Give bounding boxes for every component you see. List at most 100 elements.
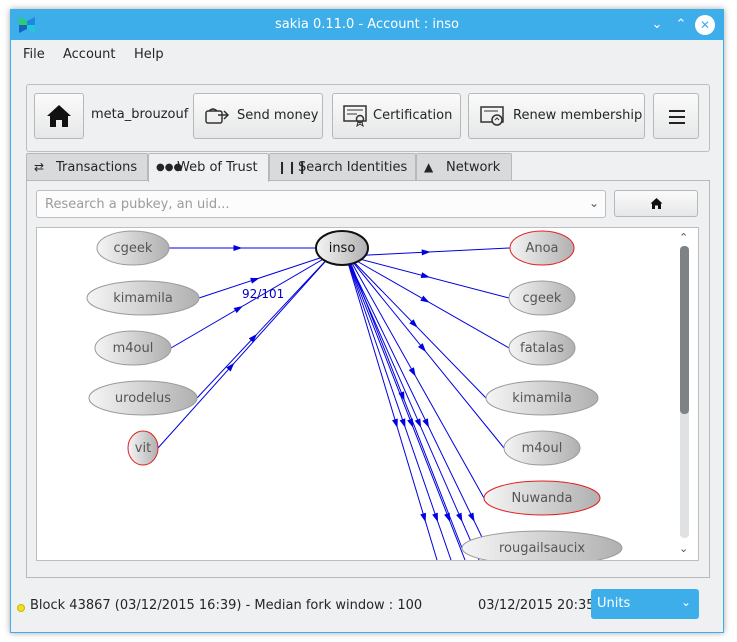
search-combobox[interactable]: ⌄: [36, 190, 606, 218]
main-window: sakia 0.11.0 - Account : inso ⌄ ⌃ ✕ File…: [10, 9, 724, 633]
node-label: vit: [135, 441, 151, 456]
certified-node: cgeek: [508, 280, 576, 316]
edge-arrow: [408, 367, 416, 377]
certificate-icon: [343, 105, 367, 127]
renew-membership-label: Renew membership: [513, 108, 643, 123]
chevron-down-icon: ⌄: [680, 595, 691, 609]
hamburger-menu-button[interactable]: [653, 93, 699, 139]
menu-account[interactable]: Account: [63, 47, 116, 62]
certified-node: Anoa: [509, 230, 575, 266]
home-icon: [650, 198, 663, 209]
edge-arrow: [421, 249, 431, 256]
edge-arrow: [456, 512, 463, 523]
edge-line: [196, 253, 333, 399]
network-icon: ▲: [424, 160, 434, 174]
edge-arrow: [420, 272, 431, 279]
node-label: inso: [329, 241, 356, 256]
certifier-node: urodelus: [88, 380, 198, 416]
tab-bar: ⇄ Transactions ●●● Web of Trust ❙❙❙ Sear…: [26, 153, 526, 182]
block-status-text: Block 43867 (03/12/2015 16:39) - Median …: [30, 598, 423, 613]
edge-line: [347, 255, 485, 499]
home-button[interactable]: [34, 93, 84, 139]
connection-status-icon: [17, 604, 25, 612]
send-money-label: Send money: [237, 108, 319, 123]
renew-membership-button[interactable]: Renew membership: [468, 93, 645, 139]
certified-node: rougailsaucix: [461, 530, 623, 560]
node-label: kimamila: [512, 391, 572, 406]
edge-arrow: [414, 418, 422, 428]
status-datetime: 03/12/2015 20:35: [478, 598, 595, 613]
node-label: rougailsaucix: [499, 541, 585, 556]
tab-transactions[interactable]: ⇄ Transactions: [26, 153, 148, 181]
node-label: kimamila: [113, 291, 173, 306]
edge-arrow: [233, 245, 243, 251]
certifier-node: cgeek: [96, 230, 170, 266]
certification-label: Certification: [373, 108, 453, 123]
edge-arrow: [233, 305, 243, 314]
node-label: cgeek: [114, 241, 153, 256]
certification-button[interactable]: Certification: [332, 93, 461, 139]
send-money-button[interactable]: Send money: [193, 93, 323, 139]
menu-bar: File Account Help: [11, 41, 723, 69]
edge-arrow: [407, 418, 414, 428]
window-title: sakia 0.11.0 - Account : inso: [275, 17, 459, 32]
edge-arrow: [420, 295, 430, 303]
node-label: cgeek: [523, 291, 562, 306]
units-select-value: Units: [597, 596, 631, 611]
tab-network[interactable]: ▲ Network: [416, 153, 512, 181]
tab-web-of-trust[interactable]: ●●● Web of Trust: [148, 153, 269, 182]
toolbar: meta_brouzouf Send money Certification R…: [26, 84, 710, 152]
certifier-node: kimamila: [86, 280, 200, 316]
edge-arrow: [444, 512, 451, 523]
menu-help[interactable]: Help: [134, 47, 164, 62]
home-icon: [47, 105, 71, 127]
certified-node: fatalas: [508, 330, 576, 366]
node-label: m4oul: [522, 441, 563, 456]
chevron-down-icon[interactable]: ⌄: [589, 196, 599, 210]
scrollbar-thumb[interactable]: [680, 246, 689, 414]
node-label: urodelus: [115, 391, 171, 406]
tab-network-label: Network: [446, 160, 501, 175]
node-label: Nuwanda: [511, 491, 572, 506]
certified-node: Nuwanda: [483, 480, 601, 516]
scroll-down-icon[interactable]: ⌄: [679, 542, 688, 555]
menu-file[interactable]: File: [23, 47, 45, 62]
edge-arrow: [399, 418, 406, 428]
wot-graph[interactable]: cgeek kimamila m4oul urodelus vit Anoa cgeek fa…: [37, 228, 677, 560]
node-label: m4oul: [113, 341, 154, 356]
status-bar: Block 43867 (03/12/2015 16:39) - Median …: [11, 585, 723, 625]
center-node: inso: [315, 230, 369, 266]
edge-label: 92/101: [242, 287, 284, 301]
minimize-icon[interactable]: ⌄: [647, 15, 667, 35]
edge-arrow: [432, 512, 438, 523]
web-of-trust-panel: ⌄ cgeekkimamilam4oulurodelusvitAnoacgeek…: [26, 180, 710, 578]
certifier-node: m4oul: [94, 330, 172, 366]
maximize-icon[interactable]: ⌃: [671, 15, 691, 35]
edge-arrow: [467, 512, 475, 522]
node-label: fatalas: [520, 341, 564, 356]
edge-arrow: [418, 343, 427, 353]
certified-node: kimamila: [485, 380, 599, 416]
tab-search-identities[interactable]: ❙❙❙ Search Identities: [269, 153, 416, 181]
graph-edges: [157, 245, 511, 560]
graph-home-button[interactable]: [614, 190, 698, 217]
edge-arrow: [420, 512, 426, 523]
certifier-node: vit: [127, 430, 159, 466]
edge-arrow: [422, 418, 430, 428]
close-icon[interactable]: ✕: [695, 15, 715, 35]
scroll-up-icon[interactable]: ⌃: [679, 231, 688, 244]
units-select[interactable]: Units ⌄: [591, 589, 699, 619]
title-bar: sakia 0.11.0 - Account : inso ⌄ ⌃ ✕: [11, 10, 723, 40]
edge-arrow: [250, 277, 260, 284]
edge-arrow: [392, 418, 398, 428]
wot-graph-view[interactable]: cgeek kimamila m4oul urodelus vit Anoa cgeek fa…: [36, 227, 699, 561]
hamburger-icon: [669, 110, 685, 124]
search-input[interactable]: [37, 191, 577, 217]
tab-transactions-label: Transactions: [56, 160, 138, 175]
certified-node: m4oul: [503, 430, 581, 466]
tab-web-of-trust-label: Web of Trust: [177, 160, 258, 175]
account-name: meta_brouzouf: [91, 107, 189, 122]
send-money-icon: [205, 108, 230, 124]
node-label: Anoa: [525, 241, 558, 256]
transfer-arrows-icon: ⇄: [34, 160, 45, 174]
